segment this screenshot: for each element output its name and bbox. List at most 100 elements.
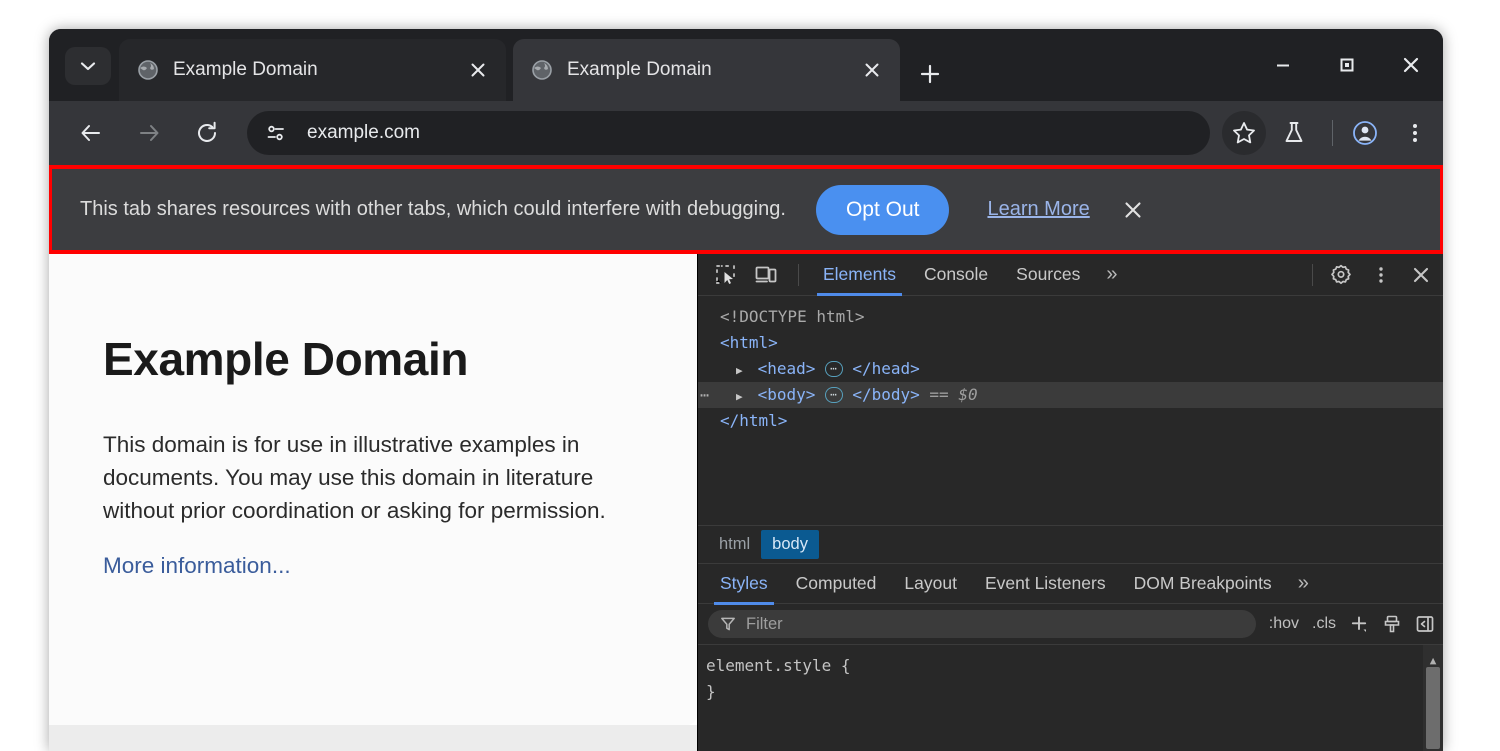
chevron-down-icon <box>78 56 98 76</box>
url-text: example.com <box>307 122 420 144</box>
devtools-toolbar-divider-2 <box>1312 264 1313 286</box>
tab-dom-breakpoints[interactable]: DOM Breakpoints <box>1120 563 1286 605</box>
dom-row-html-close[interactable]: </html> <box>698 408 1443 434</box>
dom-row-html-open[interactable]: <html> <box>698 330 1443 356</box>
styles-scrollbar[interactable]: ▲ <box>1423 645 1443 751</box>
tab-event-listeners[interactable]: Event Listeners <box>971 563 1120 605</box>
console-ref-label: == $0 <box>929 385 977 404</box>
node-badge-icon[interactable]: ⋯ <box>700 382 710 408</box>
plus-icon <box>919 63 941 85</box>
styles-tabs-more-button[interactable]: » <box>1286 572 1321 595</box>
devtools-settings-button[interactable] <box>1323 259 1359 291</box>
infobar-highlight: This tab shares resources with other tab… <box>49 165 1443 254</box>
devtools-tab-sources[interactable]: Sources <box>1002 254 1094 296</box>
inspect-element-button[interactable] <box>708 259 744 291</box>
learn-more-link[interactable]: Learn More <box>987 198 1089 221</box>
expand-triangle-icon[interactable]: ▶ <box>736 384 748 410</box>
tab-layout[interactable]: Layout <box>890 563 971 605</box>
arrow-right-icon <box>136 120 162 146</box>
three-dots-vertical-icon <box>1403 121 1427 145</box>
inspect-element-icon <box>715 264 737 286</box>
shared-resources-infobar: This tab shares resources with other tab… <box>52 169 1440 250</box>
globe-favicon-icon <box>137 59 159 81</box>
maximize-button[interactable] <box>1315 29 1379 101</box>
dom-row-doctype[interactable]: <!DOCTYPE html> <box>698 304 1443 330</box>
devtools-tab-console[interactable]: Console <box>910 254 1002 296</box>
toggle-sidebar-button[interactable] <box>1415 614 1435 634</box>
three-dots-vertical-icon <box>1371 264 1391 286</box>
tab-search-button[interactable] <box>65 47 111 85</box>
maximize-icon <box>1338 56 1356 74</box>
back-button[interactable] <box>69 111 113 155</box>
paint-brush-icon <box>1382 614 1402 634</box>
dom-node-text: <head> <box>758 359 816 378</box>
hov-button[interactable]: :hov <box>1269 615 1299 633</box>
devtools-toolbar: Elements Console Sources » <box>698 254 1443 296</box>
minimize-button[interactable] <box>1251 29 1315 101</box>
reload-button[interactable] <box>185 111 229 155</box>
flask-icon <box>1281 120 1307 146</box>
page-content: Example Domain This domain is for use in… <box>49 254 649 579</box>
opt-out-button[interactable]: Opt Out <box>816 185 950 235</box>
devtools-more-panels-button[interactable]: » <box>1094 263 1129 286</box>
filter-placeholder: Filter <box>746 615 783 634</box>
devtools-panel: Elements Console Sources » <box>697 254 1443 751</box>
dom-row-head[interactable]: ▶ <head> ⋯ </head> <box>698 356 1443 382</box>
site-settings-icon[interactable] <box>255 115 297 151</box>
dom-node-close-text: </body> <box>852 385 919 404</box>
chrome-labs-button[interactable] <box>1272 111 1316 155</box>
close-window-button[interactable] <box>1379 29 1443 101</box>
element-classes-button[interactable] <box>1382 614 1402 634</box>
tab-computed[interactable]: Computed <box>782 563 891 605</box>
devtools-toolbar-divider <box>798 264 799 286</box>
globe-favicon-icon <box>531 59 553 81</box>
infobar-close-button[interactable] <box>1116 193 1150 227</box>
arrow-left-icon <box>78 120 104 146</box>
window-controls <box>1251 29 1443 101</box>
expand-ellipsis-icon[interactable]: ⋯ <box>825 361 843 377</box>
address-bar[interactable]: example.com <box>247 111 1210 155</box>
browser-menu-button[interactable] <box>1393 111 1437 155</box>
profile-button[interactable] <box>1343 111 1387 155</box>
new-style-rule-button[interactable] <box>1349 614 1369 634</box>
content-area: Example Domain This domain is for use in… <box>49 254 1443 751</box>
style-rule-selector[interactable]: element.style { <box>706 653 1443 679</box>
infobar-message: This tab shares resources with other tab… <box>80 198 786 221</box>
breadcrumb-item-body[interactable]: body <box>761 530 819 559</box>
tab-title: Example Domain <box>567 59 846 81</box>
tab-close-icon[interactable] <box>858 56 886 84</box>
styles-filter-input[interactable]: Filter <box>708 610 1256 638</box>
dom-tree: <!DOCTYPE html> <html> ▶ <head> ⋯ </head… <box>698 296 1443 525</box>
more-information-link[interactable]: More information... <box>103 553 291 578</box>
dom-row-body[interactable]: ⋯ ▶ <body> ⋯ </body> == $0 <box>698 382 1443 408</box>
tab-styles[interactable]: Styles <box>706 563 782 605</box>
devtools-tab-elements[interactable]: Elements <box>809 254 910 296</box>
reload-icon <box>194 120 220 146</box>
toolbar-divider <box>1332 120 1333 146</box>
tab-title: Example Domain <box>173 59 452 81</box>
styles-pane-tabs: Styles Computed Layout Event Listeners D… <box>698 563 1443 604</box>
tab-example-domain-2[interactable]: Example Domain <box>513 39 900 101</box>
dom-breadcrumb: html body <box>698 525 1443 563</box>
devtools-close-button[interactable] <box>1403 259 1439 291</box>
devtools-menu-button[interactable] <box>1363 259 1399 291</box>
breadcrumb-item-html[interactable]: html <box>708 530 761 559</box>
expand-ellipsis-icon[interactable]: ⋯ <box>825 387 843 403</box>
style-rule-close-brace: } <box>706 679 1443 705</box>
tab-close-icon[interactable] <box>464 56 492 84</box>
browser-window: Example Domain Example Domain <box>49 29 1443 751</box>
tab-example-domain-1[interactable]: Example Domain <box>119 39 506 101</box>
forward-button[interactable] <box>127 111 171 155</box>
expand-triangle-icon[interactable]: ▶ <box>736 358 748 384</box>
dom-node-close-text: </head> <box>852 359 919 378</box>
device-toolbar-button[interactable] <box>748 259 784 291</box>
dom-node-text: <!DOCTYPE html> <box>720 307 865 326</box>
cls-button[interactable]: .cls <box>1312 615 1336 633</box>
close-icon <box>1122 199 1144 221</box>
new-tab-button[interactable] <box>911 55 949 93</box>
dom-node-text: <body> <box>758 385 816 404</box>
scrollbar-thumb[interactable] <box>1426 667 1440 749</box>
account-avatar-icon <box>1351 119 1379 147</box>
close-icon <box>1401 55 1421 75</box>
bookmark-button[interactable] <box>1222 111 1266 155</box>
